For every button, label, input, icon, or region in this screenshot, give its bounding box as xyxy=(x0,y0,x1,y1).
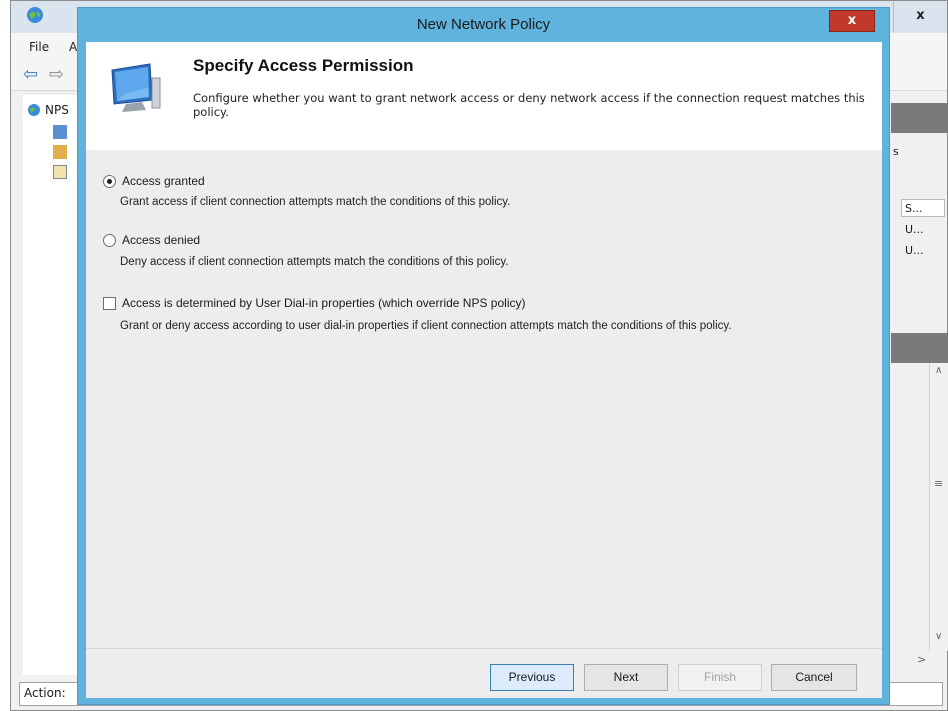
previous-button[interactable]: Previous xyxy=(490,664,574,691)
scroll-up-icon[interactable]: ∧ xyxy=(935,365,942,376)
right-pane-header-text: s xyxy=(893,145,899,158)
close-icon[interactable]: x xyxy=(829,10,875,32)
scroll-down-icon[interactable]: ∨ xyxy=(935,631,942,642)
list-item[interactable]: U... xyxy=(905,244,924,257)
footer-divider xyxy=(86,648,882,649)
tree-root-nps[interactable]: NPS xyxy=(45,103,69,117)
next-button[interactable]: Next xyxy=(584,664,668,691)
radio-button[interactable] xyxy=(103,175,116,188)
scroll-right-icon[interactable]: > xyxy=(917,653,926,666)
menu-file[interactable]: File xyxy=(29,40,49,54)
background-right-pane: s S... U... U... ∧ ≡ ∨ > xyxy=(891,95,948,670)
dialog-client-area: Specify Access Permission Configure whet… xyxy=(86,42,882,698)
back-arrow-icon[interactable]: ⇦ xyxy=(23,64,38,85)
access-granted-description: Grant access if client connection attemp… xyxy=(120,196,511,208)
list-item[interactable]: U... xyxy=(905,223,924,236)
column-header[interactable]: S... xyxy=(901,199,945,217)
globe-icon xyxy=(27,103,41,117)
page-description: Configure whether you want to grant netw… xyxy=(193,91,865,119)
wizard-header: Specify Access Permission Configure whet… xyxy=(86,42,882,150)
page-title: Specify Access Permission xyxy=(193,56,414,75)
access-denied-label[interactable]: Access denied xyxy=(122,233,200,247)
access-denied-description: Deny access if client connection attempt… xyxy=(120,256,509,268)
radio-button[interactable] xyxy=(103,234,116,247)
finish-button[interactable]: Finish xyxy=(678,664,762,691)
dialin-properties-description: Grant or deny access according to user d… xyxy=(120,320,732,332)
network-icon xyxy=(53,125,67,139)
right-pane-header xyxy=(891,103,948,133)
menu-action[interactable]: A xyxy=(69,40,77,54)
checkbox[interactable] xyxy=(103,297,116,310)
folder-icon xyxy=(53,145,67,159)
access-granted-label[interactable]: Access granted xyxy=(122,174,205,188)
new-network-policy-dialog: New Network Policy x Specify Access Perm… xyxy=(77,7,890,705)
status-label: Action: xyxy=(24,686,66,700)
monitor-icon xyxy=(106,60,162,119)
dialog-title: New Network Policy xyxy=(416,16,551,33)
dialin-properties-label[interactable]: Access is determined by User Dial-in pro… xyxy=(122,296,525,310)
document-icon xyxy=(53,165,67,179)
scroll-thumb-icon[interactable]: ≡ xyxy=(934,477,943,490)
background-close-button[interactable]: x xyxy=(893,1,947,32)
cancel-button[interactable]: Cancel xyxy=(771,664,857,691)
globe-app-icon xyxy=(25,5,45,28)
forward-arrow-icon[interactable]: ⇨ xyxy=(49,64,64,85)
vertical-scrollbar[interactable] xyxy=(929,363,948,651)
right-pane-section-header xyxy=(891,333,948,363)
